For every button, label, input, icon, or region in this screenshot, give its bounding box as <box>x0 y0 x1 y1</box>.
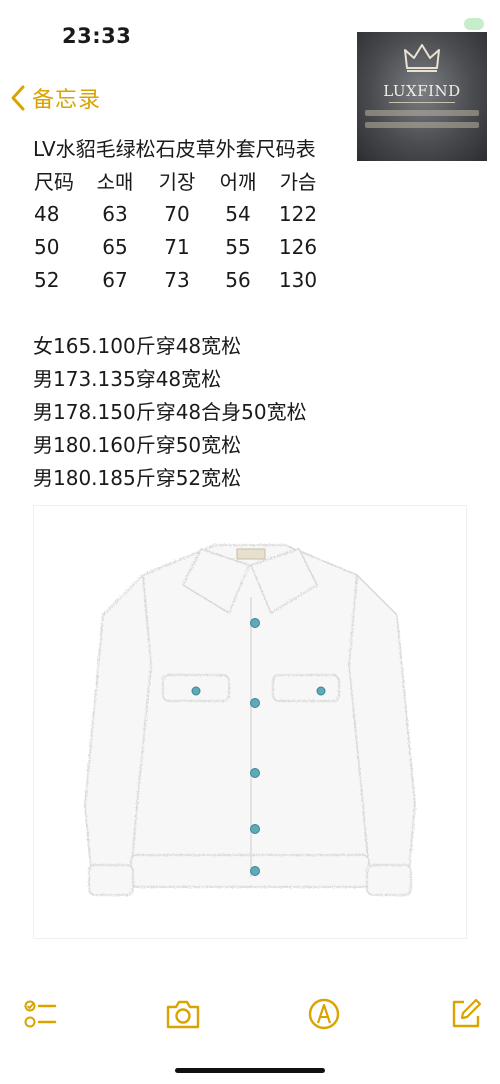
brand-logo: LUXFIND <box>357 32 487 161</box>
table-row: 48 63 70 54 122 <box>32 197 328 230</box>
compose-icon[interactable] <box>448 996 484 1036</box>
back-button[interactable]: 备忘录 <box>8 82 101 114</box>
header-cell: 기장 <box>158 170 196 194</box>
size-table-header: 尺码 소매 기장 어깨 가슴 <box>32 164 328 197</box>
checklist-icon[interactable] <box>22 996 58 1036</box>
logo-tagline-line <box>365 110 479 116</box>
crown-icon <box>404 44 440 72</box>
fit-note-line: 男180.160斤穿50宽松 <box>33 433 242 457</box>
table-cell: 52 <box>34 267 60 292</box>
table-cell: 54 <box>225 201 251 226</box>
table-cell: 130 <box>278 267 318 292</box>
table-cell: 73 <box>164 267 190 292</box>
table-cell: 50 <box>34 234 60 259</box>
chevron-left-icon <box>8 84 28 112</box>
fit-note-line: 女165.100斤穿48宽松 <box>33 334 242 358</box>
logo-tagline-line <box>365 122 479 128</box>
table-cell: 48 <box>34 201 60 226</box>
table-row: 50 65 71 55 126 <box>32 230 328 263</box>
table-row: 52 67 73 56 130 <box>32 263 328 296</box>
battery-icon <box>464 18 484 30</box>
home-indicator[interactable] <box>175 1068 325 1073</box>
table-cell: 71 <box>164 234 190 259</box>
fit-note-line: 男173.135穿48宽松 <box>33 367 222 391</box>
table-cell: 65 <box>102 234 128 259</box>
header-cell: 어깨 <box>219 170 257 194</box>
table-cell: 56 <box>225 267 251 292</box>
markup-pen-icon[interactable] <box>306 996 342 1036</box>
fit-note-line: 男178.150斤穿48合身50宽松 <box>33 400 307 424</box>
table-cell: 67 <box>102 267 128 292</box>
header-cell: 가슴 <box>279 170 317 194</box>
table-cell: 55 <box>225 234 251 259</box>
status-time: 23:33 <box>62 24 132 48</box>
size-table: 尺码 소매 기장 어깨 가슴 48 63 70 54 122 50 65 71 … <box>32 164 328 296</box>
bottom-toolbar <box>0 990 500 1040</box>
back-label: 备忘录 <box>32 88 102 113</box>
brand-wordmark: LUXFIND <box>383 82 461 100</box>
logo-divider <box>389 102 455 103</box>
table-cell: 126 <box>278 234 318 259</box>
header-cell: 尺码 <box>34 170 74 194</box>
header-cell: 소매 <box>96 170 134 194</box>
table-cell: 63 <box>102 201 128 226</box>
fit-note-line: 男180.185斤穿52宽松 <box>33 466 242 490</box>
fur-jacket-illustration <box>84 544 416 896</box>
product-image[interactable] <box>33 505 467 939</box>
table-cell: 70 <box>164 201 190 226</box>
note-title: LV水貂毛绿松石皮草外套尺码表 <box>33 137 316 161</box>
table-cell: 122 <box>278 201 318 226</box>
camera-icon[interactable] <box>164 996 202 1036</box>
fit-notes: 女165.100斤穿48宽松 男173.135穿48宽松 男178.150斤穿4… <box>33 330 307 495</box>
